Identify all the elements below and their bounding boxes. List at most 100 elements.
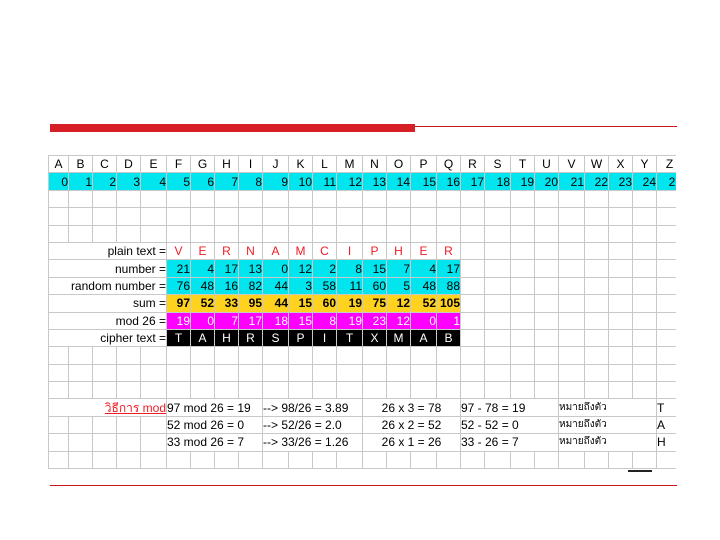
grid-row: [48, 224, 676, 243]
alphabet-number: 12: [336, 172, 363, 191]
empty-cell: [484, 294, 511, 313]
empty-cell: [584, 311, 609, 330]
alphabet-letter: H: [214, 155, 239, 174]
empty-cell: [190, 207, 215, 226]
plain-text-cell: H: [386, 241, 411, 261]
row-label: plain text =: [48, 241, 167, 261]
number-cell: 12: [288, 259, 313, 278]
empty-cell: [558, 294, 585, 313]
empty-cell: [386, 224, 411, 243]
grid-row: [48, 381, 676, 400]
mod26-cell: 1: [436, 311, 461, 330]
empty-cell: [410, 450, 437, 470]
empty-cell: [68, 363, 93, 383]
empty-cell: [386, 207, 411, 226]
empty-cell: [656, 381, 676, 400]
alphabet-number: 15: [410, 172, 437, 191]
plain-text-cell: R: [214, 241, 239, 261]
bottom-rule: [50, 485, 677, 486]
alphabet-number: 8: [238, 172, 263, 191]
alphabet-letter: F: [166, 155, 191, 174]
empty-cell: [534, 311, 559, 330]
plain-text-cell: I: [336, 241, 363, 261]
number-cell: 17: [214, 259, 239, 278]
cipher-text-cell: X: [362, 328, 387, 348]
row-label: random number =: [48, 276, 167, 296]
empty-cell: [238, 450, 263, 470]
underline-mark: [628, 470, 652, 472]
mod26-cell: 7: [214, 311, 239, 330]
sum-cell: 52: [410, 294, 437, 313]
empty-cell: [116, 346, 141, 365]
empty-cell: [116, 224, 141, 243]
alphabet-number: 1: [68, 172, 93, 191]
empty-cell: [116, 450, 141, 470]
empty-cell: [436, 189, 461, 209]
empty-cell: [534, 259, 559, 278]
alphabet-letter: C: [92, 155, 117, 174]
empty-cell: [140, 224, 167, 243]
empty-cell: [116, 189, 141, 209]
row-label: cipher text =: [48, 328, 167, 348]
empty-cell: [534, 363, 559, 383]
method-multiplication: 26 x 3 = 78: [362, 398, 461, 417]
empty-cell: [48, 363, 69, 383]
empty-cell: [510, 259, 535, 278]
empty-cell: [238, 189, 263, 209]
empty-cell: [336, 189, 363, 209]
grid-row: 52 mod 26 = 0 --> 52/26 = 2.0 26 x 2 = 52 5…: [48, 415, 676, 435]
plain-text-cell: C: [312, 241, 337, 261]
empty-cell: [410, 363, 437, 383]
empty-cell: [190, 224, 215, 243]
method-title: วิธีการ mod: [48, 398, 167, 417]
title-accent-bar: [50, 124, 415, 132]
grid-row: plain text = V E R N A M C I P H E R: [48, 241, 676, 261]
empty-cell: [262, 224, 289, 243]
empty-cell: [558, 328, 585, 348]
empty-cell: [510, 189, 535, 209]
empty-cell: [336, 363, 363, 383]
empty-cell: [534, 346, 559, 365]
empty-cell: [92, 381, 117, 400]
empty-cell: [48, 189, 69, 209]
empty-cell: [410, 224, 437, 243]
sum-cell: 95: [238, 294, 263, 313]
alphabet-letter: K: [288, 155, 313, 174]
grid-row: [48, 363, 676, 383]
method-result-letter: H: [656, 433, 676, 452]
alphabet-letter: D: [116, 155, 141, 174]
empty-cell: [68, 346, 93, 365]
method-division: --> 33/26 = 1.26: [262, 433, 363, 452]
sum-cell: 19: [336, 294, 363, 313]
mod26-cell: 17: [238, 311, 263, 330]
empty-cell: [632, 346, 657, 365]
empty-cell: [510, 346, 535, 365]
empty-cell: [584, 294, 609, 313]
empty-cell: [214, 450, 239, 470]
empty-cell: [288, 189, 313, 209]
empty-cell: [656, 363, 676, 383]
alphabet-number: 11: [312, 172, 337, 191]
alphabet-number: 21: [558, 172, 585, 191]
empty-cell: [632, 189, 657, 209]
empty-cell: [484, 311, 511, 330]
empty-cell: [410, 346, 437, 365]
empty-cell: [190, 450, 215, 470]
empty-cell: [460, 189, 485, 209]
alphabet-letter: Z: [656, 155, 676, 174]
grid-row: 33 mod 26 = 7 --> 33/26 = 1.26 26 x 1 = 26…: [48, 433, 676, 452]
empty-cell: [534, 189, 559, 209]
alphabet-number: 25: [656, 172, 676, 191]
empty-cell: [166, 450, 191, 470]
alphabet-letter: U: [534, 155, 559, 174]
empty-cell: [48, 450, 69, 470]
empty-cell: [484, 381, 511, 400]
empty-cell: [510, 311, 535, 330]
empty-cell: [92, 363, 117, 383]
number-cell: 13: [238, 259, 263, 278]
empty-cell: [656, 259, 676, 278]
empty-cell: [460, 294, 485, 313]
empty-cell: [140, 346, 167, 365]
empty-cell: [214, 363, 239, 383]
empty-cell: [214, 381, 239, 400]
